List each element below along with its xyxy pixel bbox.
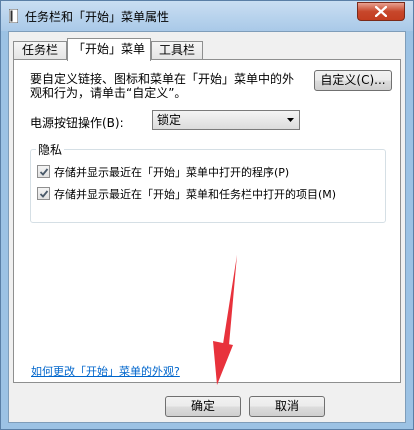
title-bar[interactable]: 任务栏和「开始」菜单属性 — [1, 1, 413, 31]
tab-start-menu[interactable]: 「开始」菜单 — [67, 38, 151, 61]
taskbar-properties-icon — [9, 9, 18, 23]
privacy-group: 隐私 存储并显示最近在「开始」菜单中打开的程序(P) 存储并显示最近在「开始」菜… — [30, 141, 386, 223]
dialog-body: 任务栏 「开始」菜单 工具栏 要自定义链接、图标和菜单在「开始」菜单中的外观和行… — [8, 31, 406, 423]
recent-programs-label: 存储并显示最近在「开始」菜单中打开的程序(P) — [54, 166, 290, 179]
tab-taskbar[interactable]: 任务栏 — [13, 41, 67, 60]
power-button-value: 锁定 — [157, 113, 182, 127]
power-button-label: 电源按钮操作(B): — [30, 116, 124, 130]
close-button[interactable] — [357, 2, 405, 21]
recent-items-label: 存储并显示最近在「开始」菜单和任务栏中打开的项目(M) — [54, 188, 337, 201]
ok-button[interactable]: 确定 — [165, 396, 241, 417]
description-text: 要自定义链接、图标和菜单在「开始」菜单中的外观和行为，请单击“自定义”。 — [30, 72, 295, 100]
help-link[interactable]: 如何更改「开始」菜单的外观? — [31, 363, 180, 379]
checkmark-icon — [39, 190, 49, 198]
power-button-select[interactable]: 锁定 — [152, 110, 300, 130]
tab-toolbars[interactable]: 工具栏 — [151, 41, 203, 60]
checkmark-icon — [39, 168, 49, 176]
recent-items-checkbox[interactable] — [37, 187, 50, 200]
window-title: 任务栏和「开始」菜单属性 — [25, 10, 170, 24]
recent-programs-checkbox[interactable] — [37, 165, 50, 178]
close-icon — [375, 6, 387, 17]
privacy-group-title: 隐私 — [36, 141, 65, 158]
chevron-down-icon — [287, 118, 294, 122]
customize-button[interactable]: 自定义(C)... — [314, 70, 392, 91]
start-menu-panel: 要自定义链接、图标和菜单在「开始」菜单中的外观和行为，请单击“自定义”。 自定义… — [13, 59, 401, 383]
dialog-window: 任务栏和「开始」菜单属性 任务栏 「开始」菜单 工具栏 要自定义链接、图标和菜单… — [0, 0, 414, 430]
cancel-button[interactable]: 取消 — [249, 396, 325, 417]
